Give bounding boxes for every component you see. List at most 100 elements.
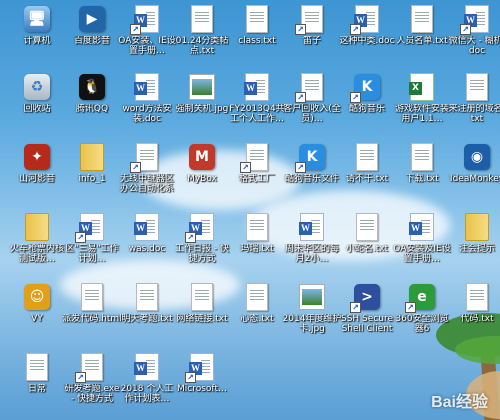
desktop-icon[interactable]: 2014年度维护卡.jpg bbox=[283, 282, 341, 340]
desktop-icon[interactable]: M MyBox bbox=[173, 142, 231, 200]
icon-image bbox=[409, 73, 434, 101]
text-file-icon bbox=[407, 4, 437, 34]
desktop-icon[interactable]: word方法安装.doc bbox=[118, 72, 176, 130]
desktop-icon[interactable]: ◉ IdeaMonkey bbox=[448, 142, 500, 200]
desktop-icon[interactable]: ↗ 客户回收入(全员)… bbox=[283, 72, 341, 130]
desktop-icon[interactable]: 日常 bbox=[8, 352, 66, 410]
desktop-icon[interactable]: 01.24分类帖点.txt bbox=[173, 4, 231, 62]
text-file-icon: ↗ bbox=[75, 352, 107, 383]
desktop-icon[interactable]: ↗区"三易"工作计划… bbox=[63, 212, 121, 270]
desktop-icon-label: 计算机 bbox=[23, 36, 51, 46]
desktop-icon[interactable]: ▶ 百度影音 bbox=[63, 4, 121, 62]
desktop[interactable]: 🖥计算机 ▶ 百度影音 ↗OA安装、IE设置手册…01.24分类帖点.txtclass… bbox=[0, 0, 500, 420]
desktop-icon[interactable]: ☺ VY bbox=[8, 282, 66, 340]
desktop-icon[interactable]: ♻ 回收站 bbox=[8, 72, 66, 130]
desktop-icon[interactable]: 人员名单.txt bbox=[393, 4, 451, 62]
desktop-icon[interactable]: class.txt bbox=[228, 4, 286, 62]
desktop-icon[interactable]: info_1 bbox=[63, 142, 121, 200]
desktop-icon[interactable]: 小蛇名.txt bbox=[338, 212, 396, 270]
red-app-icon: ✦ bbox=[22, 142, 52, 172]
text-file-icon bbox=[132, 282, 162, 312]
text-file-icon bbox=[242, 4, 272, 34]
desktop-icon[interactable]: K ↗ 酷狗音乐 bbox=[338, 72, 396, 130]
desktop-icon[interactable]: 注会提示 bbox=[448, 212, 500, 270]
desktop-icon[interactable]: 下载.txt bbox=[393, 142, 451, 200]
desktop-icon[interactable]: ↗这种中类.doc bbox=[338, 4, 396, 62]
word-document-icon: ↗ bbox=[460, 4, 492, 35]
recycle-bin-icon: ♻ bbox=[22, 72, 52, 102]
icon-image bbox=[81, 283, 103, 311]
desktop-icon[interactable]: OA安装及IE设置手册… bbox=[393, 212, 451, 270]
text-file-icon: ↗ bbox=[295, 4, 327, 35]
desktop-icon[interactable]: ↗工作日报 - 快捷方式 bbox=[173, 212, 231, 270]
desktop-icon[interactable]: 火车枪票内核测试版… bbox=[8, 212, 66, 270]
text-file-icon bbox=[462, 282, 492, 312]
desktop-icon-label: 回收站 bbox=[23, 104, 51, 114]
shortcut-arrow-icon: ↗ bbox=[130, 162, 141, 173]
text-file-icon bbox=[407, 142, 437, 172]
desktop-icon[interactable]: 网络链接.txt bbox=[173, 282, 231, 340]
shortcut-arrow-icon: ↗ bbox=[405, 302, 416, 313]
desktop-icon[interactable]: > ↗ SSH Secure Shell Client bbox=[338, 282, 396, 340]
desktop-icon-label: 强制关机.jpg bbox=[175, 104, 229, 114]
desktop-icon[interactable]: 🐧 腾讯QQ bbox=[63, 72, 121, 130]
desktop-icon[interactable]: ↗微信大 - 糊机.doc bbox=[448, 4, 500, 62]
desktop-icon[interactable]: 请不干.txt bbox=[338, 142, 396, 200]
ssh-app-icon: > ↗ bbox=[350, 282, 382, 313]
desktop-icon-label: 下载.txt bbox=[405, 174, 439, 184]
desktop-icon[interactable]: ↗Microsoft… bbox=[173, 352, 231, 410]
desktop-icon[interactable]: ↗ 研发考题.exe - 快捷方式 bbox=[63, 352, 121, 410]
image-file-icon bbox=[297, 282, 327, 312]
desktop-icon[interactable]: 玛瑞.txt bbox=[228, 212, 286, 270]
desktop-icon[interactable]: 派发代码.html bbox=[62, 282, 122, 340]
desktop-icon-label: 客户回收入(全员)… bbox=[283, 104, 341, 124]
desktop-icon-label: Microsoft… bbox=[177, 384, 227, 394]
desktop-icon[interactable]: 2018 个人工作计划表… bbox=[118, 352, 176, 410]
desktop-icon-label: 游戏软件安装用户1.1… bbox=[394, 104, 449, 124]
desktop-icon-label: IdeaMonkey bbox=[449, 174, 500, 184]
icon-image bbox=[356, 143, 378, 171]
desktop-icon-label: 这种中类.doc bbox=[339, 36, 395, 46]
desktop-icon-label: 火车枪票内核测试版… bbox=[9, 244, 64, 264]
desktop-icon-label: MyBox bbox=[187, 174, 217, 184]
shortcut-arrow-icon: ↗ bbox=[185, 232, 196, 243]
desktop-icon[interactable]: 🖥 计算机 bbox=[8, 4, 66, 62]
icon-image bbox=[299, 284, 325, 310]
folder-icon bbox=[77, 142, 107, 172]
desktop-icon[interactable]: 强制关机.jpg bbox=[173, 72, 231, 130]
desktop-icon[interactable]: FY2013Q4共工个人工作… bbox=[228, 72, 286, 130]
desktop-icon[interactable]: was.doc bbox=[118, 212, 176, 270]
desktop-icon-label: 研发考题.exe - 快捷方式 bbox=[64, 384, 120, 404]
desktop-icon-label: 01.24分类帖点.txt bbox=[175, 36, 229, 56]
desktop-icon[interactable]: K ↗ 酷狗音乐文件 bbox=[283, 142, 341, 200]
desktop-icon[interactable]: 来注册的域名.txt bbox=[448, 72, 500, 130]
text-file-icon: ↗ bbox=[130, 142, 162, 173]
desktop-icon[interactable]: ↗ 笛子 bbox=[283, 4, 341, 62]
kugou-app-icon: K ↗ bbox=[350, 72, 382, 103]
desktop-icon-label: 2018 个人工作计划表… bbox=[120, 384, 174, 404]
film-app-icon: ▶ bbox=[77, 4, 107, 34]
word-document-icon bbox=[407, 212, 437, 242]
desktop-icon[interactable]: 明天考题.txt bbox=[118, 282, 176, 340]
shortcut-arrow-icon: ↗ bbox=[130, 24, 141, 35]
desktop-icon-label: 玛瑞.txt bbox=[240, 244, 274, 254]
desktop-icon[interactable]: ↗无线中继器区办公自动化系统 bbox=[118, 142, 176, 200]
desktop-icon[interactable]: 心态.txt bbox=[228, 282, 286, 340]
desktop-icon-label: 百度影音 bbox=[73, 36, 110, 46]
360-app-icon: e ↗ bbox=[405, 282, 437, 313]
desktop-icon-label: was.doc bbox=[128, 244, 166, 254]
desktop-icon[interactable]: 游戏软件安装用户1.1… bbox=[393, 72, 451, 130]
mybox-app-icon: M bbox=[187, 142, 217, 172]
desktop-icon[interactable]: e ↗ 360安全浏览器6 bbox=[393, 282, 451, 340]
folder-icon bbox=[462, 212, 492, 242]
desktop-icon[interactable]: ✦ 山河影音 bbox=[8, 142, 66, 200]
desktop-icon[interactable]: ↗OA安装、IE设置手册… bbox=[118, 4, 176, 62]
desktop-icon-label: VY bbox=[31, 314, 43, 324]
desktop-icon-label: 小蛇名.txt bbox=[345, 244, 389, 254]
desktop-icon[interactable]: 代码.txt bbox=[448, 282, 500, 340]
icon-image bbox=[409, 213, 434, 241]
desktop-icon-label: 山河影音 bbox=[18, 174, 55, 184]
icon-image: ☺ bbox=[24, 284, 50, 310]
desktop-icon[interactable]: 周末华区的每月2小… bbox=[283, 212, 341, 270]
desktop-icon[interactable]: ↗ 格式工厂 bbox=[228, 142, 286, 200]
